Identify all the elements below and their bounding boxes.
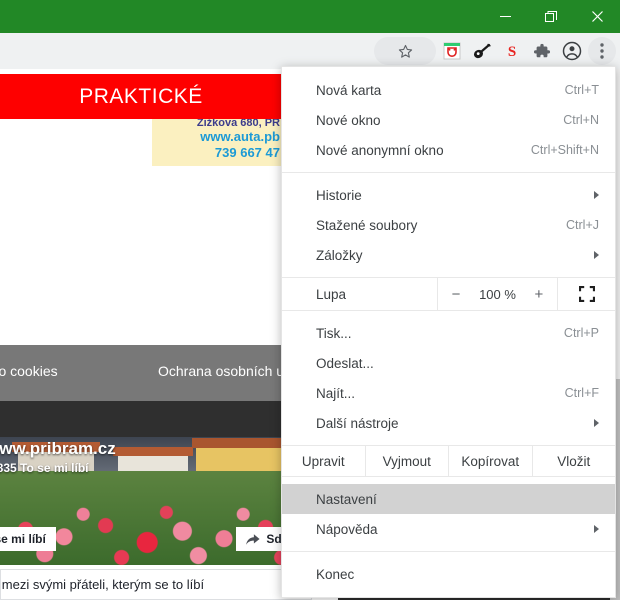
menu-item-print[interactable]: Tisk... Ctrl+P: [282, 318, 615, 348]
menu-item-settings[interactable]: Nastavení: [282, 484, 615, 514]
chevron-right-icon: [594, 191, 599, 199]
menu-item-label: Další nástroje: [316, 415, 399, 431]
menu-item-exit[interactable]: Konec: [282, 559, 615, 589]
menu-item-label: Historie: [316, 187, 362, 203]
dark-strip: [0, 401, 282, 437]
menu-item-cast[interactable]: Odeslat...: [282, 348, 615, 378]
menu-zoom-row: Lupa − 100 % +: [282, 277, 615, 311]
browser-window: S PRAKTICKÉ Žižkova 680, PŘ www.auta.pb …: [0, 0, 620, 600]
extension-guitar-icon: [474, 43, 491, 59]
privacy-policy-link[interactable]: Ochrana osobních u: [158, 363, 284, 379]
close-button[interactable]: [574, 0, 620, 33]
edit-paste-button[interactable]: Vložit: [531, 446, 616, 476]
ad-phone: 739 667 47: [214, 145, 280, 160]
fullscreen-button[interactable]: [557, 278, 615, 310]
restore-button[interactable]: [528, 0, 574, 33]
zoom-level-value: 100 %: [479, 286, 516, 302]
menu-item-label: Nastavení: [316, 491, 377, 507]
site-banner-label: PRAKTICKÉ: [79, 84, 203, 108]
facebook-page-widget: www.pribram.cz 16 835 To se mi líbí ránc…: [0, 437, 320, 600]
facebook-widget-footer: rní mezi svými přáteli, kterým se to líb…: [0, 569, 312, 600]
menu-item-more-tools[interactable]: Další nástroje: [282, 408, 615, 438]
minimize-button[interactable]: [482, 0, 528, 33]
bookmark-star-icon: [398, 44, 412, 58]
restore-icon: [545, 10, 557, 22]
facebook-page-title: www.pribram.cz: [0, 439, 116, 458]
menu-item-label: Najít...: [316, 385, 356, 401]
menu-separator: [282, 551, 615, 552]
zoom-controls: − 100 % +: [437, 278, 557, 310]
chrome-menu-icon: [600, 43, 604, 59]
chevron-right-icon: [594, 419, 599, 427]
menu-separator: [282, 172, 615, 173]
zoom-in-button[interactable]: +: [530, 286, 548, 303]
profile-avatar-button[interactable]: [558, 37, 586, 65]
menu-item-shortcut: Ctrl+F: [564, 386, 599, 400]
chrome-main-menu: Nová karta Ctrl+T Nové okno Ctrl+N Nové …: [281, 66, 616, 598]
edit-label: Upravit: [301, 453, 345, 469]
facebook-like-button-label: ránce To se mi líbí: [0, 532, 46, 546]
window-titlebar: [0, 0, 620, 33]
extensions-puzzle-button[interactable]: [528, 37, 556, 65]
site-banner: PRAKTICKÉ: [0, 74, 282, 119]
fullscreen-icon: [578, 286, 595, 302]
browser-toolbar: S: [0, 33, 620, 69]
minimize-icon: [499, 16, 511, 17]
menu-item-history[interactable]: Historie: [282, 180, 615, 210]
extension-s-button[interactable]: S: [498, 37, 526, 65]
menu-item-label: Konec: [316, 566, 355, 582]
bookmark-star-button[interactable]: [374, 37, 436, 65]
profile-avatar-icon: [562, 41, 582, 61]
menu-item-find[interactable]: Najít... Ctrl+F: [282, 378, 615, 408]
extension-guitar-button[interactable]: [468, 37, 496, 65]
facebook-like-button[interactable]: ránce To se mi líbí: [0, 527, 56, 551]
advertisement-box[interactable]: Žižkova 680, PŘ www.auta.pb 739 667 47: [152, 119, 282, 166]
extension-s-icon: S: [504, 44, 520, 60]
ad-address: Žižkova 680, PŘ: [196, 119, 280, 129]
menu-item-new-tab[interactable]: Nová karta Ctrl+T: [282, 75, 615, 105]
menu-item-label: Nápověda: [316, 521, 378, 537]
menu-item-shortcut: Ctrl+N: [563, 113, 599, 127]
share-arrow-icon: [246, 533, 260, 545]
facebook-cover-photo: www.pribram.cz 16 835 To se mi líbí ránc…: [0, 437, 320, 565]
edit-copy-button[interactable]: Kopírovat: [448, 446, 532, 476]
menu-item-label: Tisk...: [316, 325, 352, 341]
menu-item-bookmarks[interactable]: Záložky: [282, 240, 615, 270]
facebook-like-count: 16 835 To se mi líbí: [0, 461, 89, 475]
menu-edit-row: Upravit Vyjmout Kopírovat Vložit: [282, 445, 615, 477]
edit-cut-button[interactable]: Vyjmout: [364, 446, 449, 476]
ad-website: www.auta.pb: [200, 129, 280, 144]
facebook-footer-text: rní mezi svými přáteli, kterým se to líb…: [0, 577, 205, 592]
extension-adblock-button[interactable]: [438, 37, 466, 65]
extensions-puzzle-icon: [533, 43, 551, 58]
menu-item-label: Nová karta: [316, 82, 382, 98]
chrome-menu-button[interactable]: [588, 37, 616, 65]
menu-item-label: Nové okno: [316, 112, 381, 128]
menu-item-shortcut: Ctrl+J: [566, 218, 599, 232]
menu-item-new-incognito-window[interactable]: Nové anonymní okno Ctrl+Shift+N: [282, 135, 615, 165]
zoom-out-button[interactable]: −: [447, 286, 465, 303]
menu-item-help[interactable]: Nápověda: [282, 514, 615, 544]
menu-item-shortcut: Ctrl+Shift+N: [530, 143, 599, 157]
chevron-right-icon: [594, 251, 599, 259]
zoom-label: Lupa: [316, 286, 347, 302]
menu-item-label: Nové anonymní okno: [316, 142, 444, 158]
menu-item-new-window[interactable]: Nové okno Ctrl+N: [282, 105, 615, 135]
menu-item-shortcut: Ctrl+P: [563, 326, 599, 340]
menu-item-label: Odeslat...: [316, 355, 374, 371]
menu-item-downloads[interactable]: Stažené soubory Ctrl+J: [282, 210, 615, 240]
cookie-info-link[interactable]: ace o cookies: [0, 363, 58, 379]
menu-item-shortcut: Ctrl+T: [564, 83, 599, 97]
cookie-bar: ace o cookies Ochrana osobních u: [0, 345, 284, 401]
menu-item-label: Záložky: [316, 247, 363, 263]
toolbar-icon-group: S: [374, 33, 616, 69]
extension-adblock-icon: [443, 42, 461, 60]
window-controls: [482, 0, 620, 33]
close-icon: [591, 11, 603, 22]
menu-item-label: Stažené soubory: [316, 217, 418, 233]
svg-text:S: S: [508, 44, 516, 60]
chevron-right-icon: [594, 525, 599, 533]
